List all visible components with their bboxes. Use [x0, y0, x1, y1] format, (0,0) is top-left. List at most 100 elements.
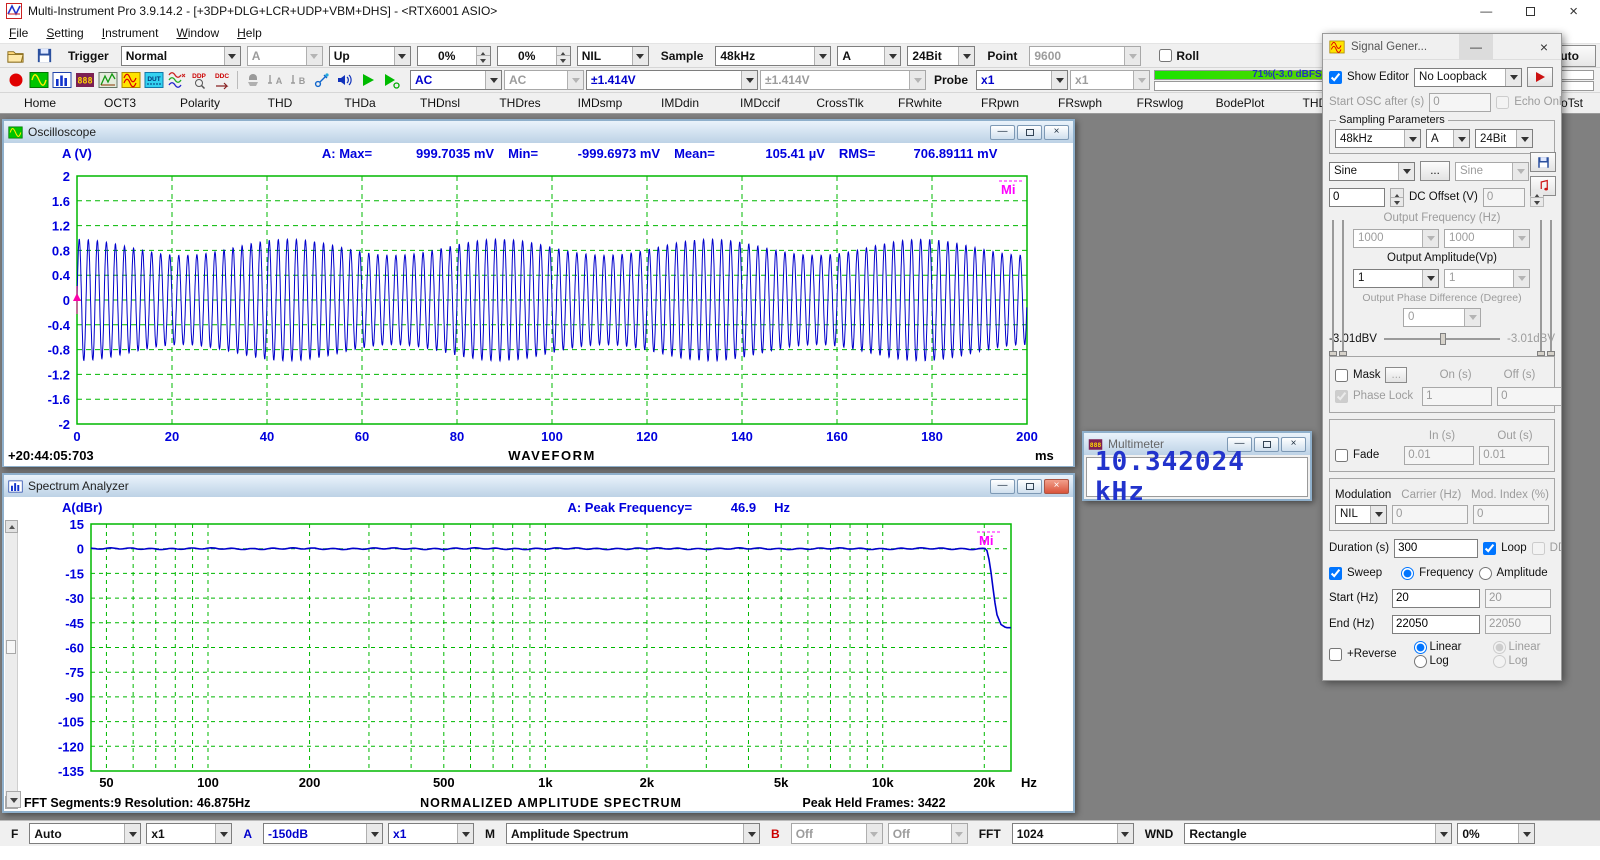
- dc-offset-a-input[interactable]: [1329, 187, 1385, 207]
- scroll-thumb[interactable]: [6, 640, 16, 654]
- mask-more-button[interactable]: ...: [1385, 367, 1408, 383]
- dc-offset-a-spinner[interactable]: [1390, 187, 1404, 207]
- mask-on-input[interactable]: [1422, 386, 1493, 406]
- amplitude-b-dropdown[interactable]: 1: [1444, 268, 1530, 288]
- output-level-slider[interactable]: [1382, 332, 1502, 346]
- sound-card-probe-icon[interactable]: [310, 69, 333, 92]
- tab-frpwn[interactable]: FRpwn: [960, 93, 1040, 113]
- spectrum-vertical-scrollbar[interactable]: [5, 520, 18, 809]
- b-mult-dropdown[interactable]: Off: [887, 823, 968, 844]
- frequency-a-dropdown[interactable]: 1000: [1353, 228, 1439, 248]
- spectrum-restore-button[interactable]: [1017, 478, 1042, 494]
- siggen-close-button[interactable]: ×: [1527, 34, 1561, 59]
- tab-imdccif[interactable]: IMDccif: [720, 93, 800, 113]
- waveform-a-dropdown[interactable]: Sine: [1329, 161, 1415, 181]
- gen-bits-dropdown[interactable]: 24Bit: [1475, 129, 1533, 148]
- tab-thdnsl[interactable]: THDnsl: [400, 93, 480, 113]
- scale-b-log-radio[interactable]: [1492, 654, 1506, 668]
- tab-frswph[interactable]: FRswph: [1040, 93, 1120, 113]
- gen-rate-dropdown[interactable]: 48kHz: [1335, 129, 1421, 148]
- tab-oct3[interactable]: OCT3: [80, 93, 160, 113]
- oscilloscope-titlebar[interactable]: Oscilloscope — ×: [4, 121, 1073, 143]
- device-test-plan-icon[interactable]: DUT: [142, 69, 165, 92]
- sweep-checkbox[interactable]: [1329, 566, 1342, 580]
- coupling-a-dropdown[interactable]: AC: [410, 70, 502, 90]
- waveform-more-button[interactable]: ...: [1420, 161, 1450, 181]
- gen-channel-dropdown[interactable]: A: [1426, 129, 1470, 148]
- trigger-delay-spinner[interactable]: 0%: [496, 45, 571, 66]
- dc-offset-b-spinner[interactable]: [1529, 187, 1544, 207]
- modulation-dropdown[interactable]: NIL: [1335, 504, 1387, 524]
- echo-only-checkbox[interactable]: [1496, 95, 1510, 109]
- range-b-dropdown[interactable]: ±1.414V: [760, 70, 926, 90]
- scope-close-button[interactable]: ×: [1044, 124, 1069, 140]
- tab-imddin[interactable]: IMDdin: [640, 93, 720, 113]
- sampling-rate-dropdown[interactable]: 48kHz: [715, 45, 832, 66]
- generator-run-button[interactable]: [1527, 67, 1554, 87]
- save-signal-button[interactable]: [1530, 152, 1556, 172]
- menu-help[interactable]: Help: [228, 24, 271, 42]
- run-loop-icon[interactable]: [379, 69, 402, 92]
- tab-frwhite[interactable]: FRwhite: [880, 93, 960, 113]
- trigger-hpf-dropdown[interactable]: NIL: [576, 45, 649, 66]
- scope-restore-button[interactable]: [1017, 124, 1042, 140]
- menu-instrument[interactable]: Instrument: [93, 24, 168, 42]
- amplitude-a-dropdown[interactable]: 1: [1353, 268, 1439, 288]
- tab-imdsmp[interactable]: IMDsmp: [560, 93, 640, 113]
- calibration-b-icon[interactable]: B: [287, 69, 310, 92]
- fft-size-dropdown[interactable]: 1024: [1011, 823, 1134, 844]
- sweep-start-b-input[interactable]: [1485, 588, 1551, 608]
- spectrum-corner-dropdown[interactable]: [6, 791, 21, 808]
- frequency-b-dropdown[interactable]: 1000: [1444, 228, 1530, 248]
- run-icon[interactable]: [356, 69, 379, 92]
- roll-checkbox[interactable]: [1159, 49, 1173, 62]
- menu-setting[interactable]: Setting: [37, 24, 92, 42]
- siggen-minimize-button[interactable]: —: [1459, 34, 1493, 59]
- spectrum-close-button[interactable]: ×: [1044, 478, 1069, 494]
- spectrum-analyzer-icon[interactable]: [50, 69, 73, 92]
- spectrum-minimize-button[interactable]: —: [990, 478, 1015, 494]
- derived-data-point-icon[interactable]: [165, 69, 188, 92]
- mask-checkbox[interactable]: [1335, 368, 1348, 382]
- range-a-dropdown[interactable]: ±1.414V: [586, 70, 758, 90]
- phase-lock-checkbox[interactable]: [1335, 389, 1348, 403]
- scale-b-linear-radio[interactable]: [1492, 640, 1506, 654]
- menu-file[interactable]: File: [0, 24, 37, 42]
- sweep-frequency-radio[interactable]: [1401, 566, 1415, 580]
- b-range-dropdown[interactable]: Off: [790, 823, 883, 844]
- open-file-icon[interactable]: [4, 44, 27, 67]
- spectrum-3d-plot-icon[interactable]: [96, 69, 119, 92]
- spectrum-titlebar[interactable]: Spectrum Analyzer — ×: [4, 475, 1073, 497]
- trigger-source-dropdown[interactable]: A: [246, 45, 323, 66]
- sweep-amplitude-radio[interactable]: [1478, 566, 1492, 580]
- sweep-end-a-input[interactable]: [1392, 614, 1480, 634]
- tab-crosstlk[interactable]: CrossTlk: [800, 93, 880, 113]
- reverse-checkbox[interactable]: [1329, 647, 1342, 661]
- ddp-viewer-icon[interactable]: DDP: [188, 69, 211, 92]
- fade-out-input[interactable]: [1479, 445, 1550, 465]
- record-length-dropdown[interactable]: 9600: [1029, 45, 1142, 66]
- trigger-mode-dropdown[interactable]: Normal: [120, 45, 241, 66]
- sweep-start-a-input[interactable]: [1392, 588, 1480, 608]
- overlap-dropdown[interactable]: 0%: [1457, 823, 1536, 844]
- mask-off-input[interactable]: [1497, 386, 1561, 406]
- waveform-b-dropdown[interactable]: Sine: [1455, 161, 1529, 181]
- save-file-icon[interactable]: [33, 44, 56, 67]
- tab-frswlog[interactable]: FRswlog: [1120, 93, 1200, 113]
- scale-a-linear-radio[interactable]: [1413, 640, 1427, 654]
- mod-index-input[interactable]: [1473, 504, 1549, 524]
- sweep-end-b-input[interactable]: [1485, 614, 1551, 634]
- scope-minimize-button[interactable]: —: [990, 124, 1015, 140]
- fader-a1-slider[interactable]: [1329, 220, 1337, 356]
- sampling-bits-dropdown[interactable]: 24Bit: [907, 45, 976, 66]
- menu-window[interactable]: Window: [167, 24, 228, 42]
- record-icon[interactable]: [4, 69, 27, 92]
- coupling-b-dropdown[interactable]: AC: [504, 70, 584, 90]
- tab-home[interactable]: Home: [0, 93, 80, 113]
- fader-b1-slider[interactable]: [1537, 220, 1545, 356]
- tab-polarity[interactable]: Polarity: [160, 93, 240, 113]
- start-osc-input[interactable]: [1429, 92, 1492, 112]
- siggen-maximize-button[interactable]: [1493, 34, 1527, 59]
- trigger-edge-dropdown[interactable]: Up: [328, 45, 411, 66]
- a-range-dropdown[interactable]: -150dB: [263, 823, 384, 844]
